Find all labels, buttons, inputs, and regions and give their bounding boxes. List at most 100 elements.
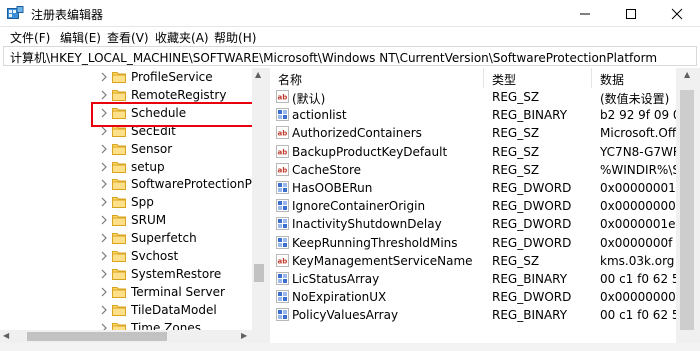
chevron-right-icon[interactable]	[100, 233, 108, 243]
value-row[interactable]: ab AuthorizedContainers REG_SZ Microsoft.Of…	[270, 124, 676, 142]
folder-icon	[112, 89, 126, 101]
menu-favorites[interactable]: 收藏夹(A)	[155, 29, 209, 46]
string-value-icon: ab	[276, 90, 289, 103]
value-name: InactivityShutdownDelay	[292, 217, 442, 232]
value-data: 0x00000000 (0	[600, 199, 676, 214]
chevron-right-icon[interactable]	[100, 305, 108, 315]
chevron-right-icon[interactable]	[100, 72, 108, 82]
regedit-icon	[7, 6, 24, 19]
list-vertical-scrollbar[interactable]: ▲	[676, 68, 700, 351]
value-row[interactable]: NoExpirationUX REG_DWORD 0x00000000 (0	[270, 288, 676, 306]
column-header-type[interactable]: 类型	[484, 68, 592, 88]
selection-highlight-annotation	[91, 102, 262, 127]
value-type: REG_DWORD	[492, 235, 572, 250]
tree-item[interactable]: ProfileService	[0, 68, 252, 86]
menu-help[interactable]: 帮助(H)	[214, 29, 256, 46]
value-type: REG_DWORD	[492, 181, 572, 195]
column-header-data[interactable]: 数据	[592, 68, 676, 88]
value-name: BackupProductKeyDefault	[292, 144, 448, 159]
tree-item-label: Terminal Server	[131, 284, 225, 299]
folder-icon	[112, 161, 126, 173]
svg-text:ab: ab	[278, 148, 288, 156]
address-path[interactable]: 计算机\HKEY_LOCAL_MACHINE\SOFTWARE\Microsof…	[10, 49, 657, 66]
tree-item[interactable]: SRUM	[0, 211, 252, 229]
close-button[interactable]	[654, 0, 700, 27]
chevron-right-icon[interactable]	[100, 179, 108, 189]
svg-text:ab: ab	[278, 166, 288, 174]
value-row[interactable]: InactivityShutdownDelay REG_DWORD 0x000000…	[270, 215, 676, 233]
tree-item[interactable]: setup	[0, 158, 252, 176]
value-name: (默认)	[292, 92, 326, 106]
chevron-right-icon[interactable]	[100, 215, 108, 225]
tree-item[interactable]: Spp	[0, 193, 252, 211]
value-data: 00 c1 f0 62 53	[600, 308, 676, 323]
binary-value-icon	[276, 290, 289, 304]
tree-item[interactable]: SystemRestore	[0, 265, 252, 283]
menu-file[interactable]: 文件(F)	[10, 29, 50, 46]
value-row[interactable]: LicStatusArray REG_BINARY 00 c1 f0 62 53	[270, 270, 676, 288]
menu-bar: 文件(F) 编辑(E) 查看(V) 收藏夹(A) 帮助(H)	[0, 27, 700, 46]
tree-item[interactable]: Svchost	[0, 247, 252, 265]
maximize-button[interactable]	[608, 0, 654, 27]
tree-item-label: Superfetch	[131, 231, 197, 246]
list-scroll-up-arrow-icon[interactable]: ▲	[684, 70, 690, 79]
column-header-name[interactable]: 名称	[270, 68, 484, 88]
tree-item[interactable]: Terminal Server	[0, 283, 252, 301]
window-title: 注册表编辑器	[31, 8, 104, 22]
value-row[interactable]: HasOOBERun REG_DWORD 0x00000001 (1	[270, 179, 676, 197]
value-row[interactable]: actionlist REG_BINARY b2 92 9f 09 04	[270, 106, 676, 124]
value-row[interactable]: IgnoreContainerOrigin REG_DWORD 0x00000000…	[270, 197, 676, 215]
tree-item[interactable]: SoftwareProtectionPlatf	[0, 175, 266, 194]
tree-item-label: Svchost	[131, 249, 179, 263]
value-row[interactable]: ab BackupProductKeyDefault REG_SZ YC7N8-G7W…	[270, 143, 676, 161]
values-list[interactable]: 名称 类型 数据 ab (默认) REG_SZ (数值未设置) actionlist RE…	[270, 68, 676, 351]
tree-scroll-thumb[interactable]	[254, 264, 264, 282]
tree-item[interactable]: Superfetch	[0, 229, 252, 247]
string-value-icon: ab	[276, 253, 289, 267]
close-icon	[671, 8, 683, 20]
value-row[interactable]: ab (默认) REG_SZ (数值未设置)	[270, 88, 676, 106]
folder-icon	[112, 215, 126, 227]
tree-item-label: Spp	[131, 195, 154, 210]
binary-value-icon	[276, 217, 289, 231]
value-row[interactable]: ab CacheStore REG_SZ %WINDIR%\Sy	[270, 161, 676, 179]
value-row[interactable]: PolicyValuesArray REG_BINARY 00 c1 f0 62 5…	[270, 306, 676, 324]
value-name: KeepRunningThresholdMins	[292, 235, 458, 250]
value-type: REG_DWORD	[492, 290, 572, 305]
address-bar[interactable]: 计算机\HKEY_LOCAL_MACHINE\SOFTWARE\Microsof…	[3, 46, 697, 66]
chevron-right-icon[interactable]	[100, 144, 108, 154]
menu-view[interactable]: 查看(V)	[107, 29, 149, 46]
tree-vertical-scrollbar[interactable]: ▲	[252, 68, 266, 330]
chevron-right-icon[interactable]	[100, 269, 108, 279]
value-row[interactable]: KeepRunningThresholdMins REG_DWORD 0x00000…	[270, 234, 676, 252]
value-data: 0x0000001e (3	[600, 217, 676, 232]
scroll-left-arrow-icon[interactable]: ◀	[3, 331, 9, 340]
minimize-button[interactable]	[562, 0, 608, 27]
tree-horizontal-scrollbar[interactable]: ◀ ▶	[0, 330, 266, 343]
chevron-right-icon[interactable]	[100, 90, 108, 100]
value-name: NoExpirationUX	[292, 290, 387, 305]
binary-value-icon	[276, 199, 289, 213]
value-name: IgnoreContainerOrigin	[292, 199, 426, 214]
tree-item[interactable]: Sensor	[0, 140, 252, 158]
menu-edit[interactable]: 编辑(E)	[60, 29, 101, 46]
binary-value-icon	[276, 181, 289, 194]
value-row[interactable]: ab KeyManagementServiceName REG_SZ kms.03k.…	[270, 252, 676, 270]
value-data: 0x00000001 (1	[600, 181, 676, 195]
chevron-right-icon[interactable]	[100, 162, 108, 172]
chevron-right-icon[interactable]	[100, 126, 108, 136]
chevron-right-icon[interactable]	[100, 251, 108, 261]
chevron-right-icon[interactable]	[100, 287, 108, 297]
value-type: REG_SZ	[492, 126, 540, 141]
title-bar[interactable]: 注册表编辑器	[0, 0, 700, 27]
value-name: actionlist	[292, 108, 347, 123]
chevron-right-icon[interactable]	[100, 197, 108, 207]
tree-item-label: SoftwareProtectionPlatf	[131, 177, 266, 192]
scroll-up-arrow-icon[interactable]: ▲	[255, 70, 261, 79]
tree-hscroll-thumb[interactable]	[27, 332, 167, 341]
list-scroll-thumb[interactable]	[680, 90, 694, 330]
value-type: REG_BINARY	[492, 308, 568, 323]
tree-item[interactable]: TileDataModel	[0, 301, 252, 319]
tree-item-label: SystemRestore	[131, 266, 222, 281]
scroll-right-arrow-icon[interactable]: ▶	[241, 331, 247, 340]
